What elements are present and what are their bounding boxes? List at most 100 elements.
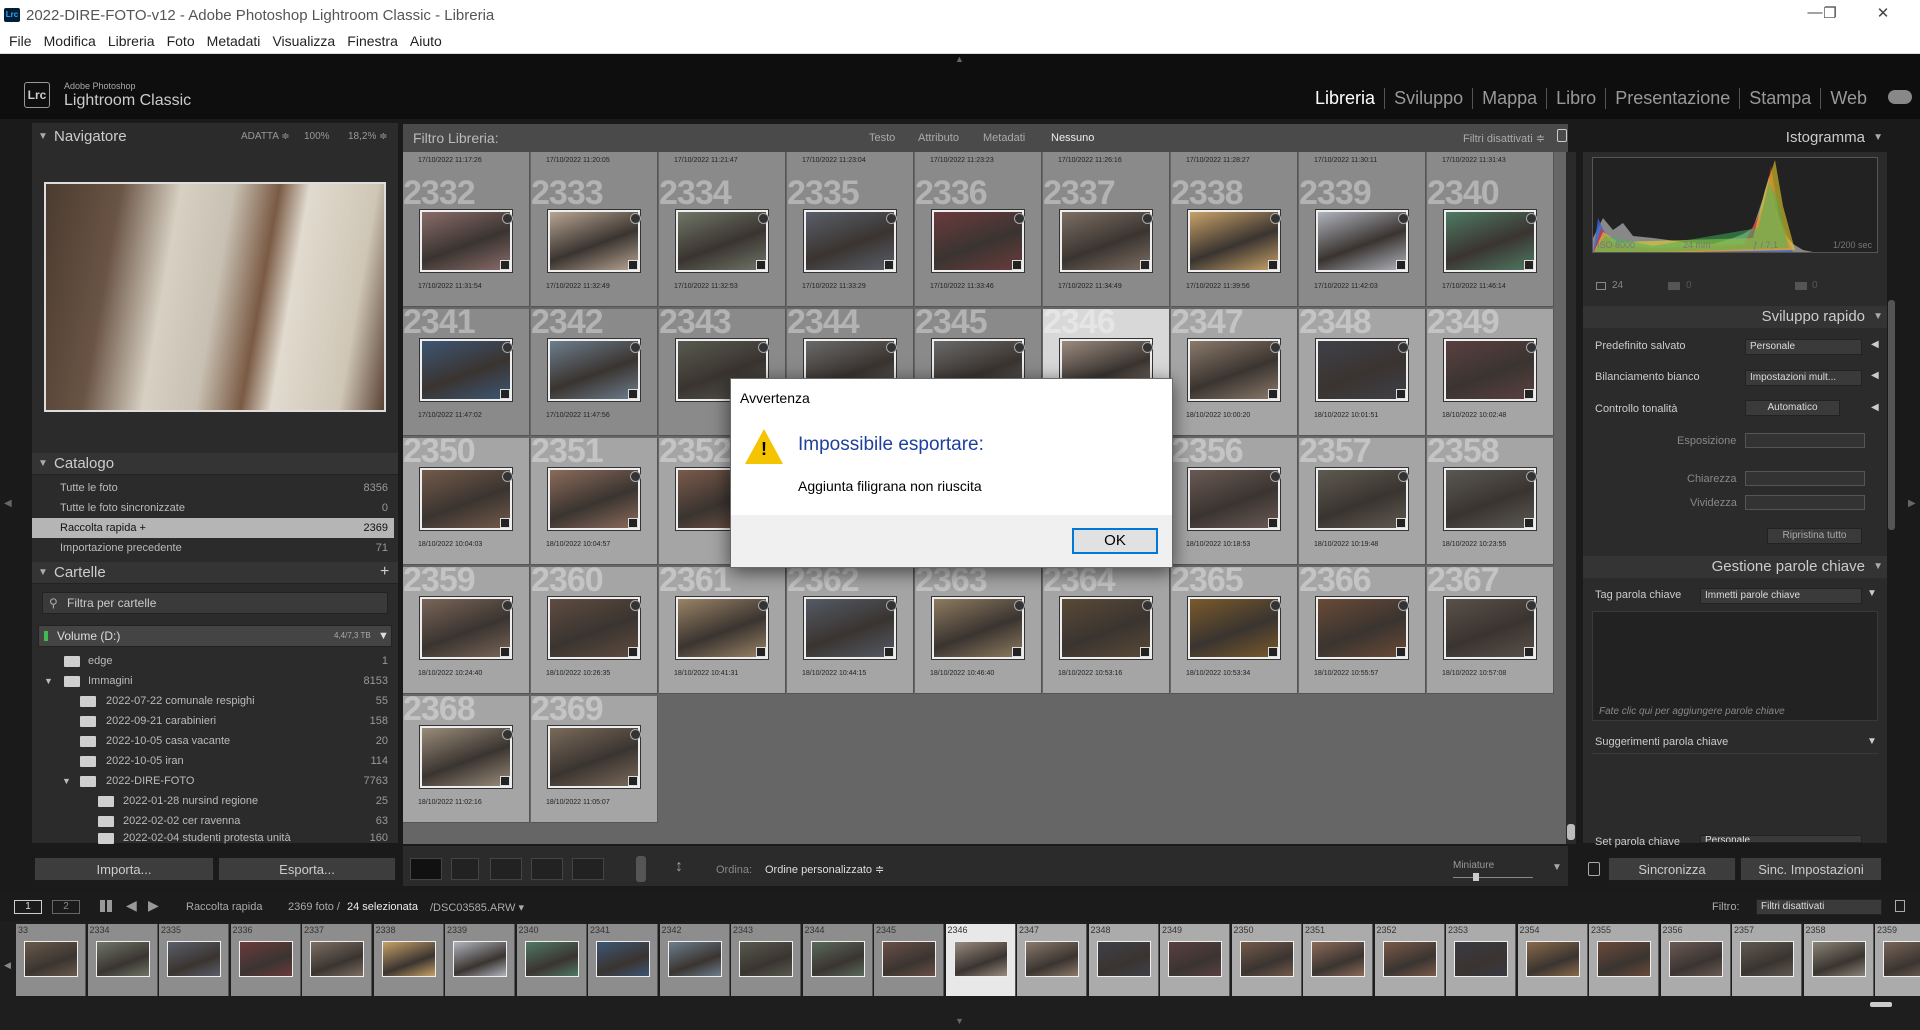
navigator-header[interactable]: ▼ Navigatore ADATTA ≑ 100% 18,2% ≑	[32, 126, 398, 148]
quick-develop-header[interactable]: Sviluppo rapido ▼	[1583, 306, 1887, 328]
filmstrip-thumbnail[interactable]	[310, 941, 364, 977]
filmstrip-cell[interactable]: 2342	[659, 924, 730, 996]
folder-item[interactable]: 2022-07-22 comunale respighi 55	[32, 691, 394, 711]
import-button[interactable]: Importa...	[34, 857, 214, 881]
thumbnail[interactable]	[1316, 210, 1408, 272]
maximize-button[interactable]: ❐	[1815, 4, 1845, 24]
grid-cell[interactable]: 2349 18/10/2022 10:02:48	[1427, 309, 1554, 436]
filmstrip-thumbnail[interactable]	[1168, 941, 1222, 977]
cloud-icon[interactable]	[1888, 90, 1912, 104]
auto-sync-switch-icon[interactable]	[1588, 862, 1600, 876]
filmstrip-cell[interactable]: 2353	[1446, 924, 1516, 996]
grid-cell[interactable]: 2333 17/10/2022 11:32:49	[531, 180, 658, 307]
filmstrip-cell[interactable]: 2340	[516, 924, 587, 996]
filmstrip-cell[interactable]: 2337	[302, 924, 372, 996]
folder-item[interactable]: 2022-02-02 cer ravenna 63	[32, 811, 394, 831]
filmstrip-thumbnail[interactable]	[167, 941, 221, 977]
grid-view-icon[interactable]	[410, 858, 442, 880]
quick-collection-icon[interactable]	[1142, 213, 1153, 224]
quick-collection-icon[interactable]	[1398, 213, 1409, 224]
bottom-panel-toggle-icon[interactable]: ▼	[955, 1016, 964, 1026]
grid-cell[interactable]: 2350 18/10/2022 10:04:03	[403, 438, 530, 565]
module-web[interactable]: Web	[1820, 88, 1876, 109]
quick-collection-icon[interactable]	[1526, 342, 1537, 353]
right-panel-toggle-icon[interactable]: ▶	[1908, 498, 1916, 509]
grid-cell[interactable]: 2341 17/10/2022 11:47:02	[403, 309, 530, 436]
quick-collection-icon[interactable]	[1270, 600, 1281, 611]
quick-collection-icon[interactable]	[886, 600, 897, 611]
thumbnail[interactable]	[420, 339, 512, 401]
keyword-tags-select[interactable]: Immetti parole chiave	[1700, 588, 1862, 604]
expand-icon[interactable]: ▼	[44, 671, 53, 691]
filmstrip-cell[interactable]: 2349	[1160, 924, 1230, 996]
filmstrip-thumbnail[interactable]	[1454, 941, 1508, 977]
quick-collection-icon[interactable]	[630, 471, 641, 482]
thumbnail[interactable]	[1060, 597, 1152, 659]
vibrance-stepper[interactable]	[1745, 495, 1865, 510]
filmstrip-thumbnail[interactable]	[238, 941, 293, 977]
quick-collection-icon[interactable]	[1014, 600, 1025, 611]
grid-cell[interactable]: 2340 17/10/2022 11:46:14	[1427, 180, 1554, 307]
filmstrip-thumbnail[interactable]	[24, 941, 78, 977]
quick-collection-icon[interactable]	[758, 213, 769, 224]
export-button[interactable]: Esporta...	[218, 857, 396, 881]
quick-collection-icon[interactable]	[1014, 213, 1025, 224]
filmstrip-lock-icon[interactable]	[1895, 900, 1905, 912]
thumbnail[interactable]	[548, 210, 640, 272]
folder-item[interactable]: 2022-10-05 iran 114	[32, 751, 394, 771]
filmstrip-filename[interactable]: /DSC03585.ARW ▾	[430, 901, 524, 914]
slider-thumb[interactable]	[1473, 873, 1479, 881]
grid-cell[interactable]: 2336 17/10/2022 11:33:46	[915, 180, 1042, 307]
module-presentazione[interactable]: Presentazione	[1605, 88, 1739, 109]
quick-collection-icon[interactable]	[630, 342, 641, 353]
thumbnail[interactable]	[420, 210, 512, 272]
thumbnail[interactable]	[1316, 468, 1408, 530]
grid-cell[interactable]: 2348 18/10/2022 10:01:51	[1299, 309, 1426, 436]
filmstrip-cell[interactable]: 2344	[802, 924, 873, 996]
thumbnail[interactable]	[548, 468, 640, 530]
thumbnail[interactable]	[1444, 210, 1536, 272]
grid-cell[interactable]: 2338 17/10/2022 11:39:56	[1171, 180, 1298, 307]
filmstrip-thumbnail[interactable]	[95, 941, 150, 977]
keyword-suggestions-toggle-icon[interactable]: ▼	[1867, 736, 1877, 747]
quick-collection-icon[interactable]	[886, 213, 897, 224]
main-window-button[interactable]: 1	[14, 900, 42, 914]
filmstrip-thumbnail[interactable]	[1883, 941, 1920, 977]
reset-all-button[interactable]: Ripristina tutto	[1767, 528, 1862, 544]
thumbnail[interactable]	[420, 468, 512, 530]
filmstrip-cell[interactable]: 2346	[945, 924, 1016, 996]
thumbnail[interactable]	[804, 597, 896, 659]
folder-item[interactable]: 2022-09-21 carabinieri 158	[32, 711, 394, 731]
zoom-100[interactable]: 100%	[304, 126, 330, 148]
clarity-stepper[interactable]	[1745, 471, 1865, 486]
grid-cell[interactable]: 2347 18/10/2022 10:00:20	[1171, 309, 1298, 436]
catalog-item[interactable]: Tutte le foto sincronizzate 0	[32, 498, 394, 518]
filter-tab-none[interactable]: Nessuno	[1051, 132, 1094, 144]
module-mappa[interactable]: Mappa	[1472, 88, 1546, 109]
thumbnail[interactable]	[1316, 339, 1408, 401]
quick-collection-icon[interactable]	[1142, 342, 1153, 353]
exposure-stepper[interactable]	[1745, 433, 1865, 448]
thumbnail[interactable]	[676, 210, 768, 272]
quick-collection-icon[interactable]	[1014, 342, 1025, 353]
quick-collection-icon[interactable]	[630, 213, 641, 224]
filmstrip-thumbnail[interactable]	[596, 941, 650, 977]
catalog-item[interactable]: Tutte le foto 8356	[32, 478, 394, 498]
grid-cell[interactable]: 2342 17/10/2022 11:47:56	[531, 309, 658, 436]
filmstrip-cell[interactable]: 2351	[1303, 924, 1373, 996]
module-libreria[interactable]: Libreria	[1306, 88, 1384, 109]
quick-collection-icon[interactable]	[758, 600, 769, 611]
catalog-item[interactable]: Importazione precedente 71	[32, 538, 394, 558]
quick-collection-icon[interactable]	[1526, 600, 1537, 611]
folder-item[interactable]: 2022-10-05 casa vacante 20	[32, 731, 394, 751]
quick-collection-icon[interactable]	[886, 342, 897, 353]
folder-item[interactable]: 2022-02-04 studenti protesta unità 160	[32, 831, 394, 845]
module-sviluppo[interactable]: Sviluppo	[1384, 88, 1472, 109]
menu-file[interactable]: File	[9, 33, 32, 49]
quick-collection-icon[interactable]	[502, 342, 513, 353]
filmstrip-cell[interactable]: 2352	[1374, 924, 1445, 996]
filmstrip-cell[interactable]: 2354	[1517, 924, 1588, 996]
filmstrip-thumbnail[interactable]	[381, 941, 436, 977]
sort-direction-icon[interactable]: ↕	[675, 858, 683, 876]
thumbnail[interactable]	[548, 726, 640, 788]
